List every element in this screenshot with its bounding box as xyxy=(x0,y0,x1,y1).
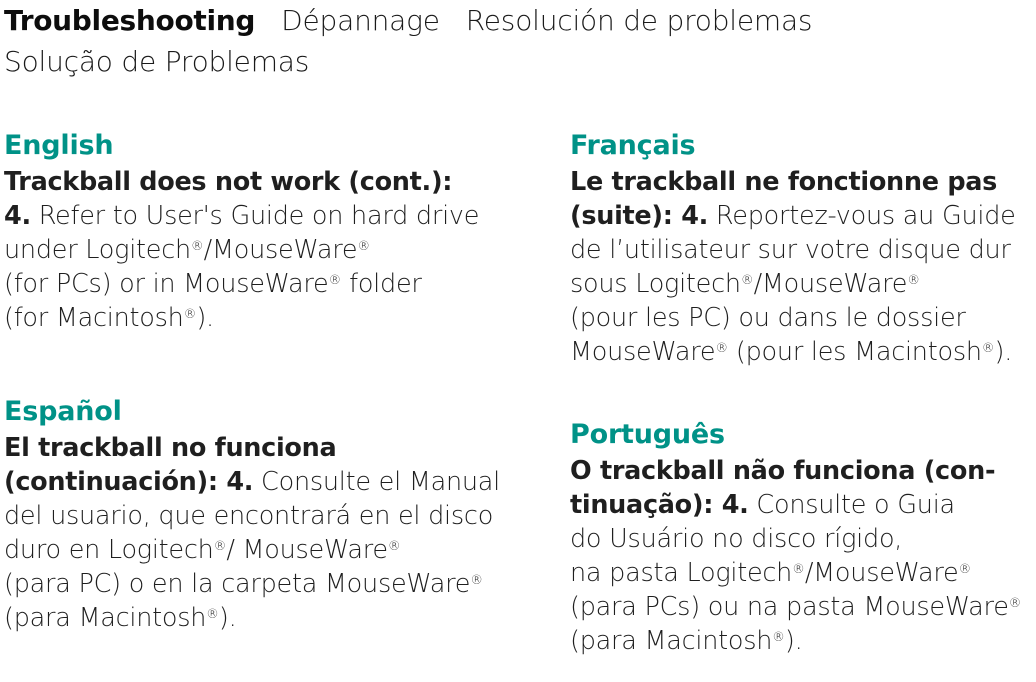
section-portugues: Português O trackball não funciona (con-… xyxy=(570,420,1036,658)
text-line: tinuação): 4. Consulte o Guia xyxy=(570,490,955,520)
registered-trademark-icon: ® xyxy=(357,239,371,255)
language-heading-francais: Français xyxy=(570,130,696,161)
text-line: (suite): 4. Reportez-vous au Guide xyxy=(570,201,1016,231)
text-line: Trackball does not work (cont.): xyxy=(4,165,538,199)
text-line: (para PC) o en la carpeta MouseWare® xyxy=(4,569,483,599)
registered-trademark-icon: ® xyxy=(715,341,729,357)
document-page: Troubleshooting Dépannage Resolución de pr… xyxy=(0,0,1036,682)
registered-trademark-icon: ® xyxy=(190,239,204,255)
registered-trademark-icon: ® xyxy=(958,562,972,578)
text-line: do Usuário no disco rígido, xyxy=(570,524,903,554)
text-line: (for Macintosh®). xyxy=(4,303,214,333)
registered-trademark-icon: ® xyxy=(1008,596,1022,612)
body-text-english: Trackball does not work (cont.): 4. Refe… xyxy=(4,165,538,335)
text-line: (continuación): 4. Consulte el Manual xyxy=(4,467,500,497)
page-title-french: Dépannage xyxy=(281,4,440,37)
page-title-block: Troubleshooting Dépannage Resolución de pr… xyxy=(4,2,1032,84)
page-title-portuguese: Solução de Problemas xyxy=(4,45,310,78)
text-bold-fragment: (suite): 4. xyxy=(570,201,709,231)
registered-trademark-icon: ® xyxy=(328,273,342,289)
text-bold-fragment: Le trackball ne fonctionne pas xyxy=(570,167,998,197)
text-line: (para PCs) ou na pasta MouseWare® xyxy=(570,592,1022,622)
text-line: (pour les PC) ou dans le dossier xyxy=(570,303,966,333)
registered-trademark-icon: ® xyxy=(183,307,197,323)
text-line: El trackball no funciona xyxy=(4,431,538,465)
language-heading-english: English xyxy=(4,130,114,161)
text-bold-fragment: El trackball no funciona xyxy=(4,433,337,463)
text-line: (para Macintosh®). xyxy=(570,626,803,656)
registered-trademark-icon: ® xyxy=(387,539,401,555)
language-heading-portugues: Português xyxy=(570,419,725,450)
page-title-spanish: Resolución de problemas xyxy=(465,4,813,37)
language-heading-espanol: Español xyxy=(4,396,122,427)
title-line-1: Troubleshooting Dépannage Resolución de pr… xyxy=(4,2,1032,43)
body-text-espanol: El trackball no funciona (continuación):… xyxy=(4,431,538,635)
text-bold-fragment: (continuación): 4. xyxy=(4,467,254,497)
registered-trademark-icon: ® xyxy=(470,573,483,589)
text-line: 4. Refer to User's Guide on hard drive xyxy=(4,201,480,231)
body-text-portugues: O trackball não funciona (con- tinuação)… xyxy=(570,454,1036,658)
registered-trademark-icon: ® xyxy=(792,562,805,578)
text-line: (for PCs) or in MouseWare® folder xyxy=(4,269,422,299)
page-title-english: Troubleshooting xyxy=(4,4,256,37)
text-line: sous Logitech®/MouseWare® xyxy=(570,269,920,299)
text-bold-fragment: O trackball não funciona (con- xyxy=(570,456,996,486)
registered-trademark-icon: ® xyxy=(772,630,785,646)
body-text-francais: Le trackball ne fonctionne pas (suite): … xyxy=(570,165,1036,369)
section-francais: Français Le trackball ne fonctionne pas … xyxy=(570,131,1036,369)
title-line-2: Solução de Problemas xyxy=(4,43,1032,84)
registered-trademark-icon: ® xyxy=(213,539,227,555)
text-line: de l’utilisateur sur votre disque dur xyxy=(570,235,1011,265)
text-line: Le trackball ne fonctionne pas xyxy=(570,165,1036,199)
registered-trademark-icon: ® xyxy=(981,341,995,357)
text-line: del usuario, que encontrará en el disco xyxy=(4,501,494,531)
registered-trademark-icon: ® xyxy=(740,273,754,289)
text-bold-fragment: Trackball does not work (cont.): xyxy=(4,167,453,197)
registered-trademark-icon: ® xyxy=(206,607,219,623)
text-line: under Logitech®/MouseWare® xyxy=(4,235,371,265)
section-espanol: Español El trackball no funciona (contin… xyxy=(4,397,538,635)
text-line: na pasta Logitech®/MouseWare® xyxy=(570,558,972,588)
text-bold-fragment: tinuação): 4. xyxy=(570,490,749,520)
section-english: English Trackball does not work (cont.):… xyxy=(4,131,538,335)
text-line: MouseWare® (pour les Macintosh®). xyxy=(570,337,1013,367)
text-bold-fragment: 4. xyxy=(4,201,31,231)
text-line: O trackball não funciona (con- xyxy=(570,454,1036,488)
text-line: (para Macintosh®). xyxy=(4,603,237,633)
text-line: duro en Logitech®/ MouseWare® xyxy=(4,535,401,565)
registered-trademark-icon: ® xyxy=(907,273,920,289)
